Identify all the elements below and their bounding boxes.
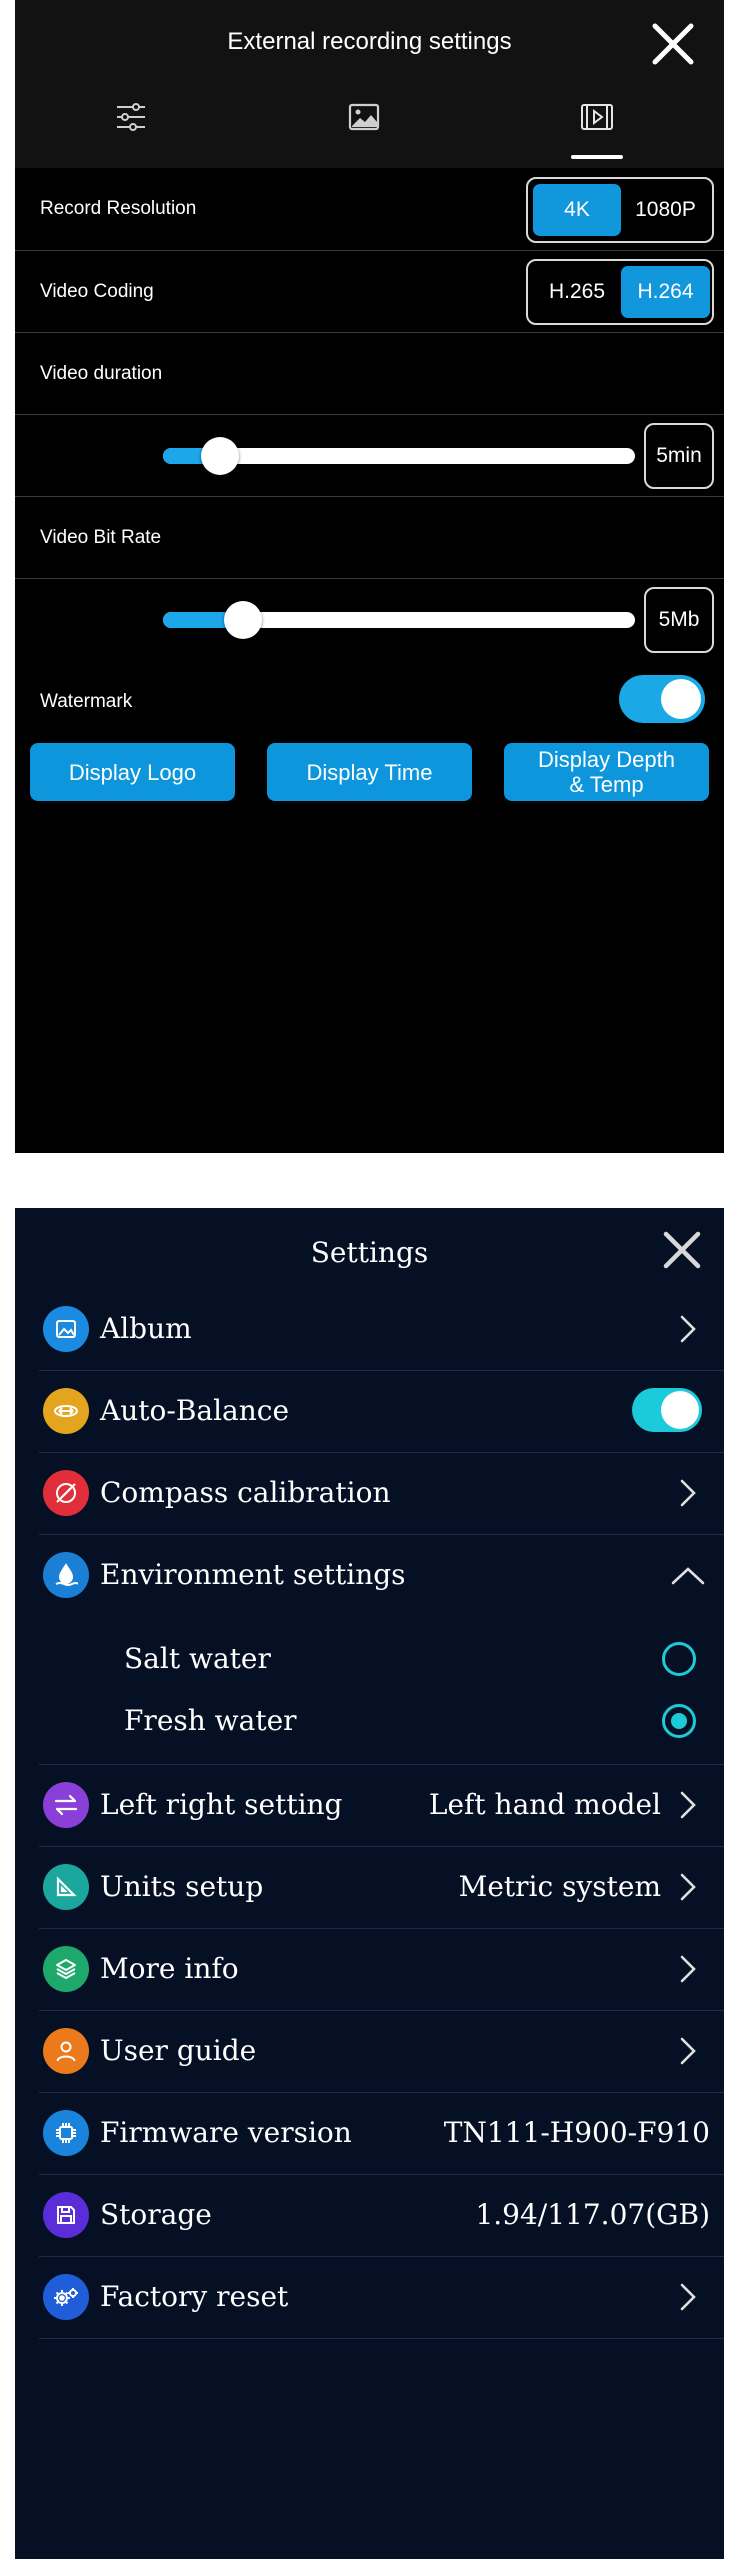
chevron-right-icon (680, 1791, 696, 1819)
resolution-4k-option[interactable]: 4K (533, 184, 621, 236)
settings-item-label: Environment settings (100, 1558, 406, 1591)
duration-slider[interactable] (163, 437, 635, 475)
settings-item-label: Auto-Balance (100, 1394, 290, 1427)
bitrate-slider-thumb[interactable] (224, 601, 262, 639)
display-time-button[interactable]: Display Time (267, 743, 472, 801)
duration-slider-thumb[interactable] (201, 437, 239, 475)
display-depth-temp-label-line: Display Depth (538, 747, 675, 772)
settings-item-label: Left right setting (100, 1788, 343, 1821)
record-resolution-label: Record Resolution (40, 198, 197, 219)
firmware-version-value: TN111-H900-F910 (443, 2116, 710, 2149)
settings-item-factory-reset[interactable]: Factory reset (15, 2256, 724, 2338)
duration-value: 5min (644, 423, 714, 489)
auto-balance-icon (43, 1388, 89, 1434)
bitrate-value: 5Mb (644, 587, 714, 653)
divider (15, 578, 724, 579)
settings-item-value: Metric system (458, 1870, 661, 1903)
compass-icon (43, 1470, 89, 1516)
toggle-knob (661, 1391, 699, 1429)
chevron-right-icon (680, 1873, 696, 1901)
auto-balance-toggle[interactable] (632, 1388, 702, 1432)
layers-icon (43, 1946, 89, 1992)
coding-segmented-control: H.265 H.264 (526, 259, 714, 325)
gears-icon (43, 2274, 89, 2320)
display-depth-temp-button[interactable]: Display Depth & Temp (504, 743, 709, 801)
image-icon[interactable] (347, 100, 381, 134)
settings-item-auto-balance: Auto-Balance (15, 1370, 724, 1452)
divider (15, 414, 724, 415)
settings-item-label: Firmware version (100, 2116, 352, 2149)
video-duration-label: Video duration (40, 363, 163, 384)
settings-item-units-setup[interactable]: Units setup Metric system (15, 1846, 724, 1928)
chevron-right-icon (680, 1315, 696, 1343)
settings-panel: Settings Album Auto-Balance Compass cali… (15, 1208, 724, 2559)
recording-settings-panel: External recording settings Record Resol… (15, 0, 724, 1153)
settings-item-left-right-setting[interactable]: Left right setting Left hand model (15, 1764, 724, 1846)
chevron-right-icon (680, 2283, 696, 2311)
album-icon (43, 1306, 89, 1352)
settings-item-label: Album (100, 1312, 192, 1345)
chevron-up-icon (671, 1567, 705, 1585)
settings-item-label: Units setup (100, 1870, 264, 1903)
page-title: External recording settings (227, 28, 512, 55)
recording-header: External recording settings (15, 0, 724, 168)
display-depth-temp-label-line: & Temp (569, 772, 644, 797)
chevron-right-icon (680, 1955, 696, 1983)
floppy-disk-icon (43, 2192, 89, 2238)
settings-item-label: Storage (100, 2198, 212, 2231)
settings-item-more-info[interactable]: More info (15, 1928, 724, 2010)
chip-icon (43, 2110, 89, 2156)
display-logo-button[interactable]: Display Logo (30, 743, 235, 801)
video-coding-label: Video Coding (40, 281, 154, 302)
ruler-triangle-icon (43, 1864, 89, 1910)
resolution-1080p-option[interactable]: 1080P (621, 184, 710, 236)
watermark-label: Watermark (40, 691, 133, 712)
settings-item-user-guide[interactable]: User guide (15, 2010, 724, 2092)
video-bitrate-label: Video Bit Rate (40, 527, 162, 548)
close-icon[interactable] (660, 1228, 704, 1272)
settings-item-environment-settings[interactable]: Environment settings (15, 1534, 724, 1616)
video-icon[interactable] (580, 100, 614, 134)
resolution-segmented-control: 4K 1080P (526, 177, 714, 243)
chevron-right-icon (680, 1479, 696, 1507)
settings-item-label: Compass calibration (100, 1476, 391, 1509)
coding-h265-option[interactable]: H.265 (533, 266, 621, 318)
settings-item-storage: Storage 1.94/117.07(GB) (15, 2174, 724, 2256)
settings-item-album[interactable]: Album (15, 1288, 724, 1370)
storage-value: 1.94/117.07(GB) (475, 2198, 710, 2231)
salt-water-radio[interactable] (662, 1642, 696, 1676)
settings-item-label: Factory reset (100, 2280, 289, 2313)
settings-item-compass-calibration[interactable]: Compass calibration (15, 1452, 724, 1534)
bitrate-slider[interactable] (163, 601, 635, 639)
settings-item-value: Left hand model (428, 1788, 661, 1821)
settings-item-label: User guide (100, 2034, 257, 2067)
watermark-toggle[interactable] (619, 675, 705, 723)
divider (15, 332, 724, 333)
salt-water-option-label: Salt water (124, 1642, 271, 1675)
chevron-right-icon (680, 2037, 696, 2065)
fresh-water-radio[interactable] (662, 1704, 696, 1738)
page-title: Settings (310, 1236, 429, 1269)
settings-item-firmware-version: Firmware version TN111-H900-F910 (15, 2092, 724, 2174)
sliders-icon[interactable] (114, 100, 148, 134)
swap-arrows-icon (43, 1782, 89, 1828)
settings-item-label: More info (100, 1952, 239, 1985)
fresh-water-option-label: Fresh water (124, 1704, 297, 1737)
coding-h264-option[interactable]: H.264 (621, 266, 710, 318)
divider (39, 2338, 724, 2339)
user-icon (43, 2028, 89, 2074)
close-icon[interactable] (649, 20, 697, 68)
water-drop-icon (43, 1552, 89, 1598)
divider (15, 250, 724, 251)
toggle-knob (661, 679, 701, 719)
active-tab-indicator (571, 155, 623, 159)
divider (15, 496, 724, 497)
